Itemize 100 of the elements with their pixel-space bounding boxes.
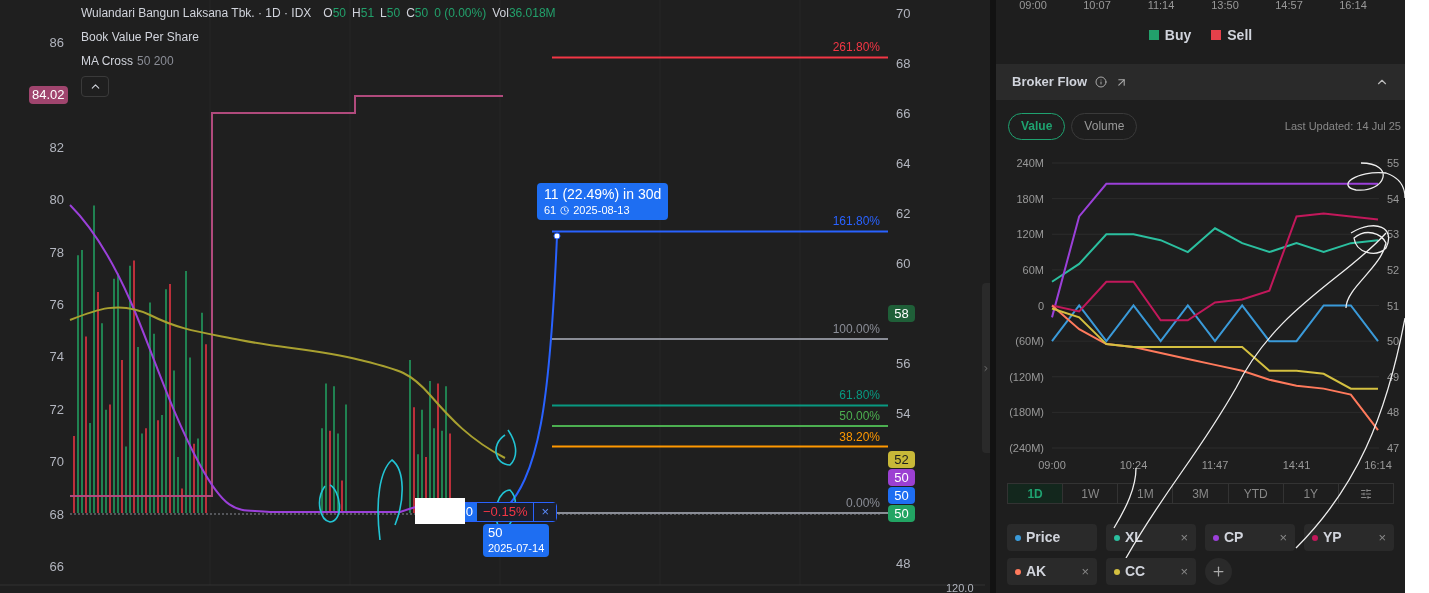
axis-label: (120M): [1009, 370, 1044, 383]
axis-label: 62: [896, 206, 911, 221]
axis-label: 240M: [1016, 157, 1044, 169]
axis-label: 51: [1386, 299, 1400, 312]
period-tab[interactable]: 1Y: [1283, 484, 1339, 503]
annotation-stroke: [495, 429, 517, 466]
fibonacci-level-label: 50.00%: [839, 409, 880, 423]
price-tag: 50: [888, 469, 915, 486]
remove-button[interactable]: ×: [1279, 527, 1287, 548]
broker-chip[interactable]: AK ×: [1007, 558, 1097, 585]
remove-button[interactable]: ×: [1378, 527, 1386, 548]
indicator-name: Book Value Per Share: [81, 29, 199, 46]
price-tag: 52: [888, 451, 915, 468]
symbol-title: Wulandari Bangun Laksana Tbk. · 1D · IDX: [81, 5, 312, 22]
anchor-handle[interactable]: [553, 232, 561, 240]
ohlc-value: O50: [323, 5, 347, 22]
broker-name: Price: [1026, 528, 1062, 547]
axis-label: 76: [49, 297, 64, 312]
fibonacci-level-label: 261.80%: [832, 40, 880, 55]
volume-value: Vol36.018M: [492, 5, 556, 22]
axis-label: 70: [896, 6, 911, 21]
axis-label: (180M): [1009, 406, 1044, 419]
axis-label: 68: [49, 506, 64, 522]
fibonacci-level-label: 61.80%: [839, 388, 880, 403]
axis-label: 09:00: [1018, 0, 1048, 11]
axis-label: 66: [896, 106, 911, 121]
axis-label: 70: [49, 454, 64, 470]
axis-label: 14:57: [1274, 0, 1304, 11]
axis-label: 48: [896, 556, 911, 571]
indicator-params: 50 200: [137, 53, 174, 70]
axis-label: 54: [896, 406, 911, 421]
panel-handle[interactable]: [982, 283, 990, 453]
axis-label: 78: [49, 244, 64, 260]
info-icon[interactable]: [1095, 76, 1108, 88]
indicator-name: MA Cross: [81, 53, 133, 70]
axis-label: 09:00: [1038, 459, 1066, 471]
period-tab[interactable]: YTD: [1228, 484, 1284, 503]
broker-chip[interactable]: CC ×: [1106, 558, 1196, 585]
axis-label: 16:14: [1338, 0, 1368, 11]
redaction-box: [415, 498, 465, 524]
ohlc-value: C50: [406, 5, 429, 22]
axis-label: (240M): [1009, 442, 1044, 454]
period-tab[interactable]: 3M: [1173, 484, 1229, 503]
axis-label: 48: [1386, 406, 1400, 419]
start-price: 50: [488, 525, 504, 541]
start-date: 2025-07-14: [488, 541, 545, 556]
axis-label: 86: [49, 35, 64, 50]
broker-chip[interactable]: YP ×: [1304, 524, 1394, 551]
ohlc-value: H51: [352, 5, 375, 22]
axis-label: (60M): [1015, 335, 1044, 348]
broker-chip[interactable]: Price: [1007, 524, 1097, 551]
price-tag: 84.02: [29, 85, 68, 104]
axis-label: 11:47: [1201, 459, 1229, 471]
axis-label: 14:41: [1282, 459, 1311, 471]
price-tag: 50: [888, 487, 915, 504]
axis-label: 10:07: [1082, 0, 1112, 11]
axis-label: 52: [1386, 263, 1400, 276]
axis-label: 0: [1037, 299, 1044, 312]
percent-change: −0.15%: [477, 503, 535, 521]
filter-icon: [1359, 487, 1372, 500]
axis-label: 54: [1386, 192, 1400, 205]
clock-icon: [560, 206, 570, 215]
period-tab[interactable]: 1D: [1008, 484, 1064, 503]
period-tab[interactable]: 1M: [1118, 484, 1174, 503]
broker-chip[interactable]: CP ×: [1205, 524, 1295, 551]
remove-button[interactable]: ×: [1180, 561, 1188, 582]
axis-label: 47: [1386, 442, 1400, 454]
axis-label: 60: [896, 256, 911, 271]
axis-label: 82: [49, 139, 64, 155]
last-updated: Last Updated: 14 Jul 25: [1284, 118, 1401, 134]
axis-label: 13:50: [1210, 0, 1240, 11]
add-button[interactable]: [1205, 558, 1232, 585]
axis-label: 72: [49, 401, 64, 417]
panel-title: Broker Flow: [1012, 73, 1088, 92]
measure-change: 11 (22.49%) in 30d: [544, 185, 662, 203]
period-tab[interactable]: 1W: [1063, 484, 1119, 503]
annotation-stroke: [318, 484, 341, 523]
ohlc-value: L50: [380, 5, 401, 22]
axis-label: 16:14: [1364, 459, 1392, 471]
fibonacci-level-label: 0.00%: [845, 496, 880, 510]
fibonacci-level-label: 100.00%: [832, 322, 880, 336]
axis-label: 120M: [1016, 228, 1044, 241]
axis-label: 10:24: [1119, 459, 1148, 471]
axis-label: 64: [896, 156, 911, 171]
broker-name: CP: [1224, 528, 1245, 547]
axis-label: 74: [49, 349, 64, 365]
price-change: 0 (0.00%): [434, 5, 487, 22]
close-button[interactable]: ×: [534, 503, 557, 521]
axis-label: 68: [896, 56, 911, 71]
target-price: 61: [544, 203, 557, 218]
broker-name: YP: [1323, 528, 1343, 547]
remove-button[interactable]: ×: [1180, 527, 1188, 548]
axis-label: 80: [49, 192, 64, 208]
axis-label: 120.0: [946, 582, 974, 593]
collapse-button[interactable]: [81, 76, 109, 97]
broker-name: AK: [1026, 562, 1048, 581]
remove-button[interactable]: ×: [1081, 561, 1089, 582]
legend-label: Buy: [1164, 25, 1192, 45]
price-tag: 50: [888, 505, 915, 522]
legend-label: Sell: [1227, 25, 1253, 45]
